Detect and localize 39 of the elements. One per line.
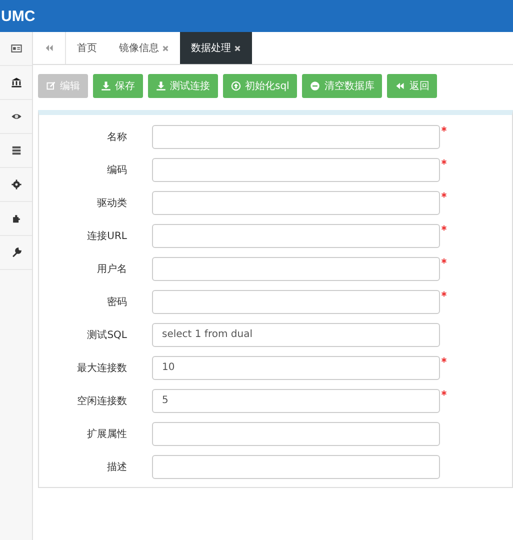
field-label: 名称: [106, 130, 127, 144]
input-field[interactable]: [152, 190, 440, 214]
tab[interactable]: 镜像信息: [108, 32, 180, 64]
app-logo: UMC: [1, 8, 36, 24]
double-left-icon: [44, 43, 54, 53]
edit-icon: [46, 81, 56, 91]
input-field[interactable]: 5: [152, 388, 440, 412]
field-label: 驱动类: [96, 196, 127, 210]
input-field[interactable]: [152, 124, 440, 148]
download-icon: [101, 81, 111, 91]
list-icon: [10, 145, 22, 156]
field-label: 用户名: [96, 262, 127, 276]
input-field[interactable]: [152, 454, 440, 478]
field-label: 编码: [106, 164, 127, 176]
eye-icon: [10, 111, 22, 122]
id-card-icon: [10, 43, 22, 54]
minus-circle-icon: [310, 81, 320, 91]
input-field[interactable]: select 1 from dual: [152, 322, 440, 346]
tab[interactable]: 数据处理: [180, 32, 252, 64]
field-label: 扩展属性: [86, 428, 127, 440]
input-field[interactable]: [152, 224, 440, 248]
tab[interactable]: 首页: [66, 32, 108, 64]
field-label: 密码: [106, 296, 127, 308]
download-icon: [156, 81, 166, 91]
double-back-icon: [395, 81, 406, 91]
input-field[interactable]: [152, 422, 440, 446]
field-label: 连接URL: [86, 230, 127, 242]
input-field[interactable]: [152, 290, 440, 314]
input-field[interactable]: [152, 158, 440, 182]
arrow-up-circle-icon: [231, 81, 241, 91]
puzzle-icon: [10, 213, 22, 224]
input-field[interactable]: [152, 256, 440, 280]
bank-icon: [10, 77, 22, 88]
input-field[interactable]: 10: [152, 356, 440, 380]
field-label: 空闲连接数: [76, 394, 127, 408]
field-label: 测试SQL: [86, 328, 127, 342]
field-label: 描述: [106, 460, 127, 474]
field-label: 最大连接数: [76, 362, 127, 374]
wrench-icon: [10, 247, 22, 258]
